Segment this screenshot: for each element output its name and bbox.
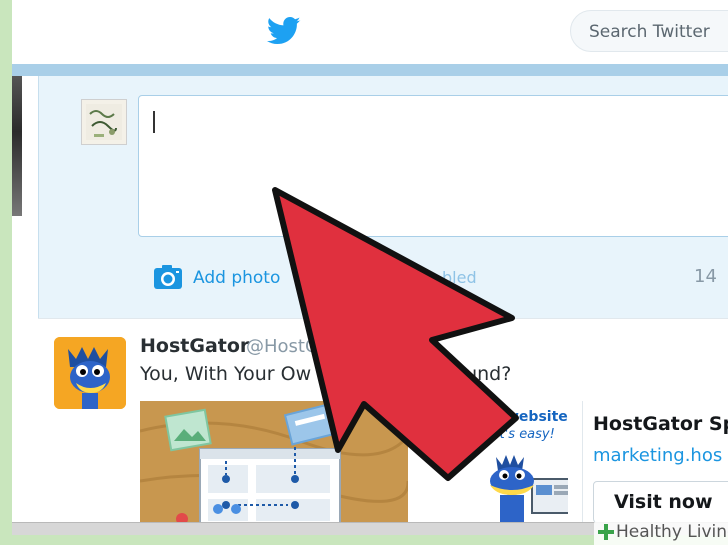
location-toggle-label[interactable]: bled [442,268,477,287]
character-counter: 14 [694,266,717,287]
watermark-text: Healthy Living [616,522,728,542]
add-photo-button[interactable]: Add photo [153,264,303,294]
browser-page: Search Twitter Add photo bled 14 HostGat… [12,0,728,522]
promoted-tweet[interactable]: HostGator @HostG You, With Your Ow w Doe… [38,319,728,522]
watermark-badge: Healthy Living [594,520,728,545]
visit-now-button[interactable]: Visit now [593,481,728,522]
card-details[interactable]: HostGator Sp marketing.hos Visit now [582,401,728,522]
tweet-author-handle[interactable]: @HostG [246,336,319,357]
card-title[interactable]: HostGator Sp [593,413,728,435]
website-builder-illustration [140,401,408,522]
card-banner[interactable]: website it's easy! [438,401,568,522]
camera-icon [154,265,182,289]
visit-now-label: Visit now [614,491,713,513]
user-avatar[interactable] [81,99,127,145]
compose-text-field[interactable] [138,95,728,237]
gator-mascot-banner-icon [490,455,568,522]
text-cursor [153,111,155,133]
healthy-living-logo-icon [598,524,614,540]
tweet-author-name[interactable]: HostGator [140,335,249,357]
hostgator-avatar[interactable] [54,337,126,409]
gator-mascot-icon [54,337,126,409]
side-panel-edge [12,76,22,216]
twitter-bird-icon[interactable] [267,16,301,46]
card-illustration[interactable] [140,401,408,522]
card-url[interactable]: marketing.hos [593,445,722,466]
search-input[interactable]: Search Twitter [570,10,728,52]
header-divider-band [12,64,728,76]
top-navigation-bar: Search Twitter [12,0,728,64]
tweet-text: You, With Your Ow w Does That Sound? [140,363,512,385]
avatar-image [86,104,122,140]
search-placeholder: Search Twitter [589,22,710,42]
add-photo-label: Add photo [193,268,281,288]
tweet-compose-box: Add photo bled 14 [38,76,728,318]
